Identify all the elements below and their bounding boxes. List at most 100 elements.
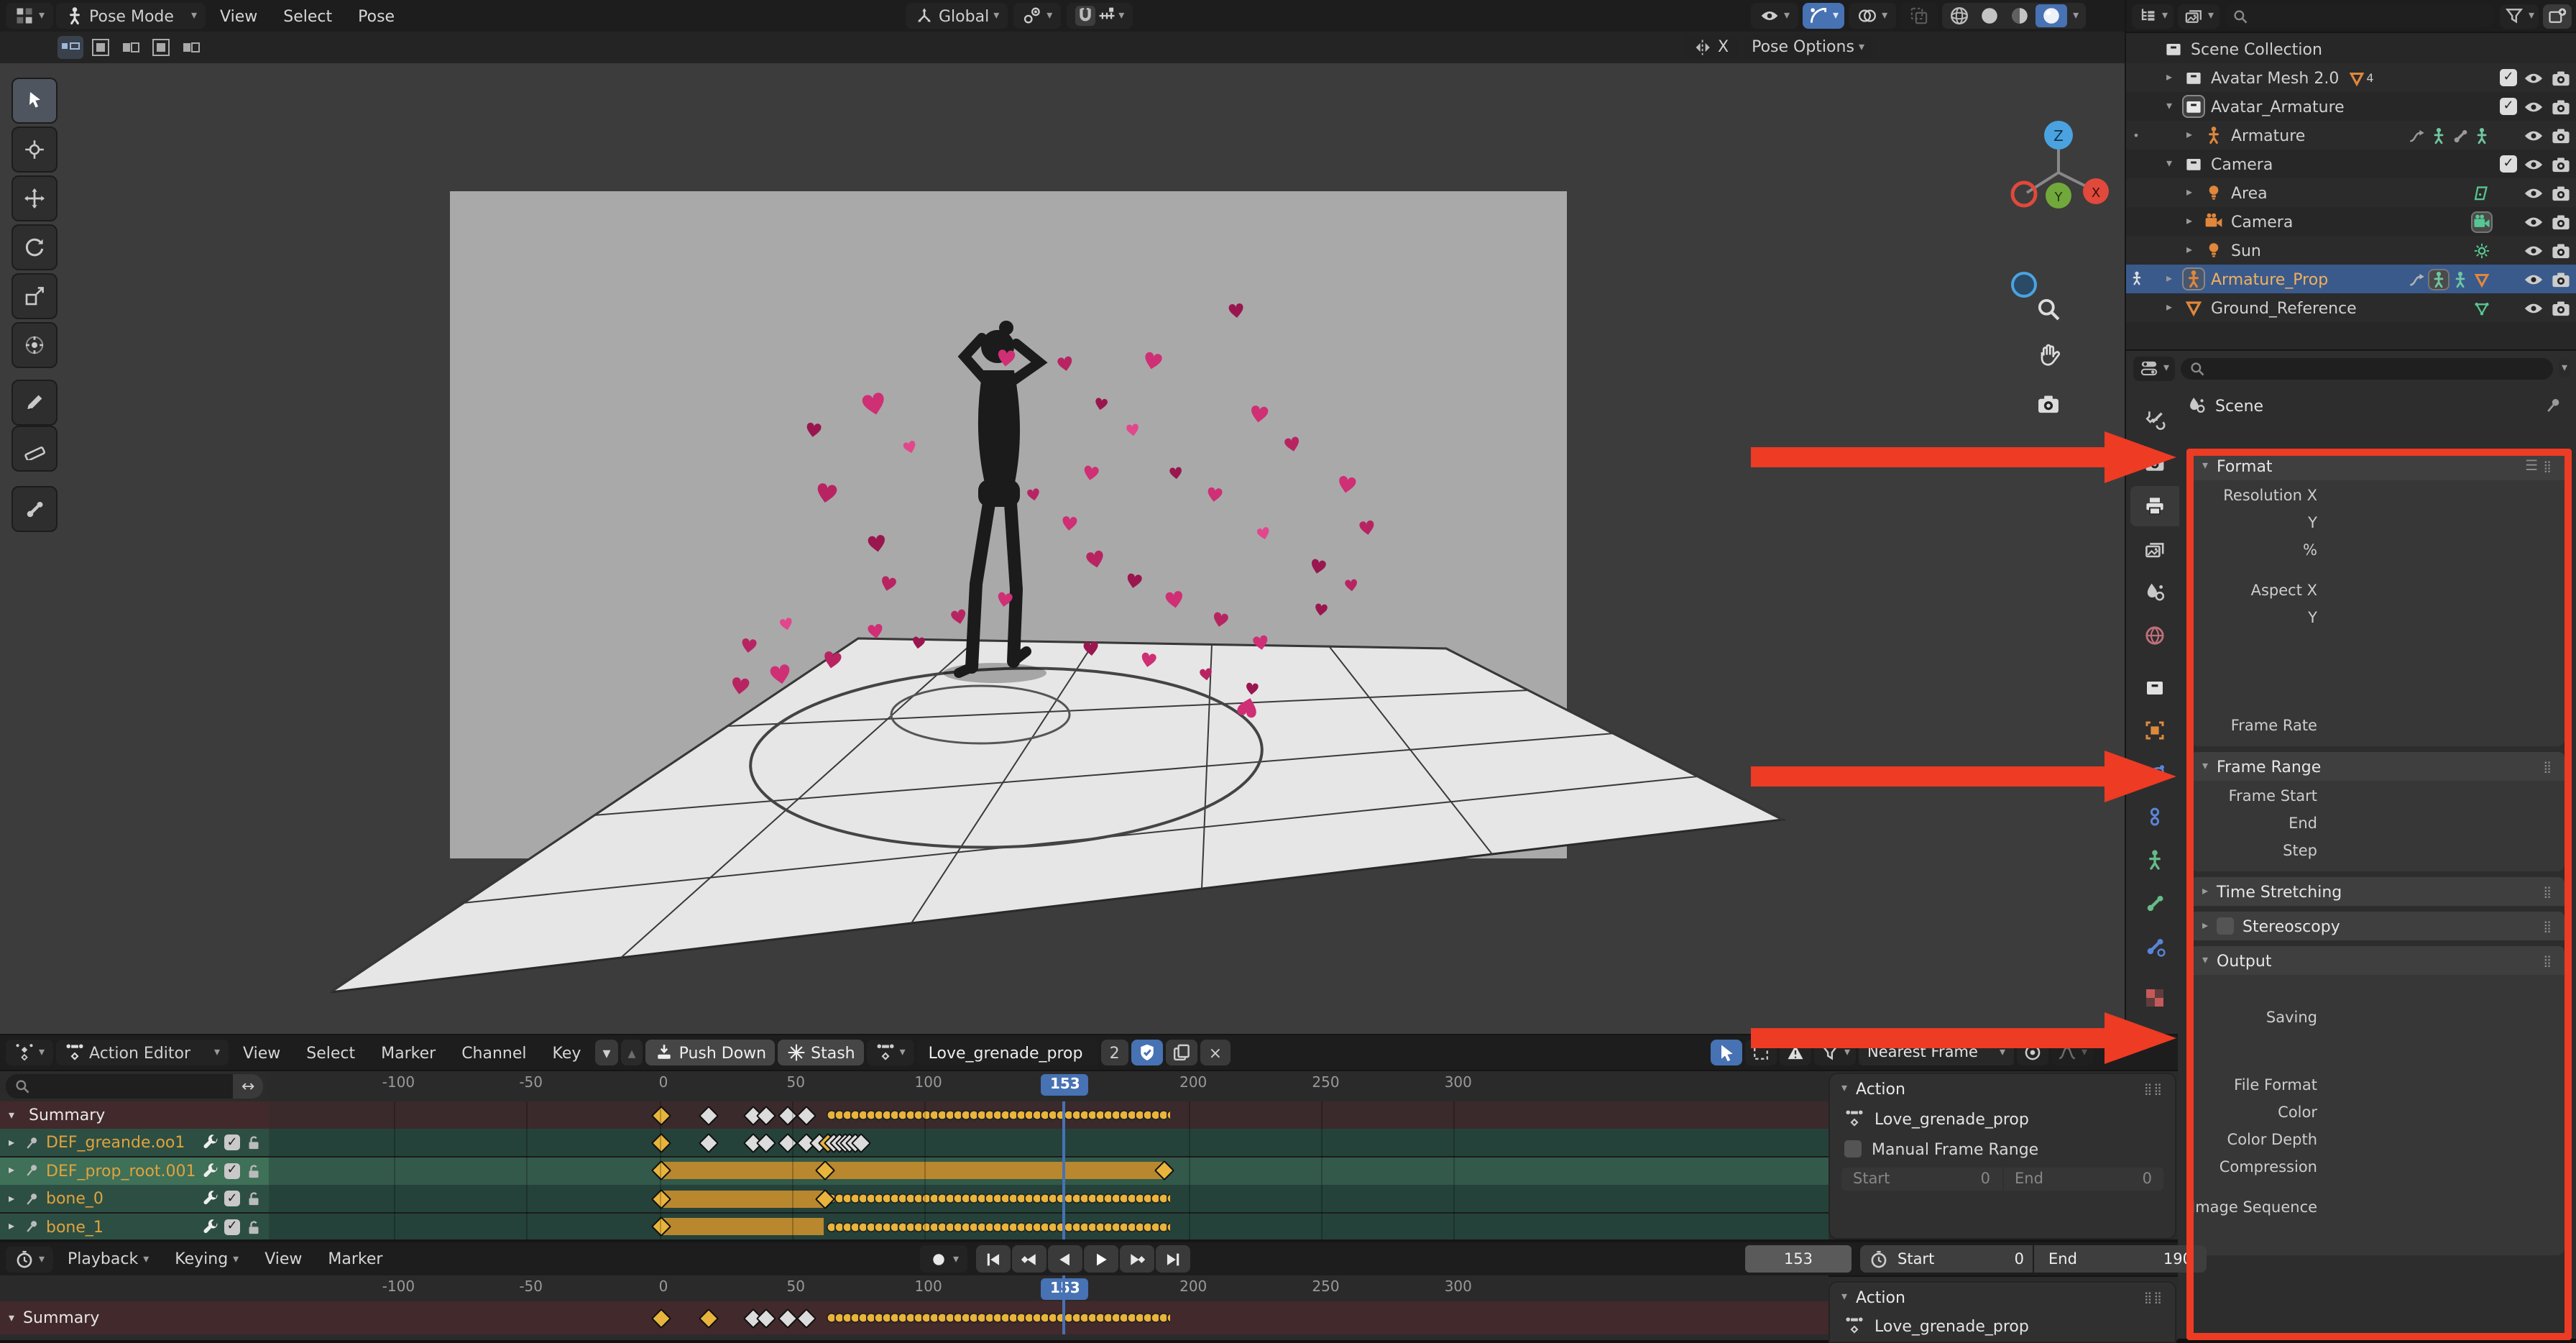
properties-search-input[interactable] xyxy=(2181,357,2553,379)
properties-tab-object-data[interactable] xyxy=(2130,840,2179,880)
keying-set-icon[interactable] xyxy=(58,36,83,59)
tool-annotate[interactable] xyxy=(12,380,58,426)
sidebar-action-name[interactable]: Love_grenade_prop xyxy=(1874,1109,2029,1128)
dense-keyframes[interactable] xyxy=(826,1107,1169,1123)
transform-orientation-dropdown[interactable]: Global▾ xyxy=(906,3,1008,29)
manual-frame-range-checkbox[interactable] xyxy=(1844,1140,1862,1158)
ds-menu-channel[interactable]: Channel xyxy=(450,1037,538,1068)
timeline-ruler[interactable]: -100-50050100200250300153 xyxy=(0,1275,1828,1303)
shading-dropdown[interactable]: ▾ xyxy=(2069,10,2083,22)
outliner-item-ground-reference[interactable]: ▸Ground_Reference xyxy=(2126,293,2576,322)
play-button[interactable] xyxy=(1084,1245,1118,1273)
properties-tab-output[interactable] xyxy=(2130,486,2179,526)
gizmos-toggle[interactable]: ▾ xyxy=(1803,3,1844,29)
only-selected-filter-button[interactable] xyxy=(1711,1040,1742,1065)
properties-options-dropdown[interactable]: ▾ xyxy=(2559,359,2570,377)
lock-icon[interactable] xyxy=(244,1162,263,1181)
lock-icon[interactable] xyxy=(244,1134,263,1152)
tool-cursor[interactable] xyxy=(12,127,58,173)
shading-material[interactable] xyxy=(2005,4,2034,27)
viewport-3d[interactable]: Z Y X xyxy=(0,63,2125,1034)
outliner-editor-type-button[interactable]: ▾ xyxy=(2132,4,2174,28)
outliner-item-avatar-armature[interactable]: ▾Avatar_Armature✓ xyxy=(2126,92,2576,121)
dopesheet-mode-dropdown[interactable]: Action Editor▾ xyxy=(56,1040,229,1065)
channel-search-input[interactable] xyxy=(6,1074,233,1099)
channel-summary[interactable]: ▾Summary xyxy=(0,1101,269,1130)
snap-preset-icon[interactable] xyxy=(148,36,174,59)
properties-tab-view-layer[interactable] xyxy=(2130,529,2179,569)
lock-icon[interactable] xyxy=(244,1217,263,1236)
shading-rendered[interactable] xyxy=(2036,4,2067,27)
camera-view-dot[interactable] xyxy=(2011,272,2037,298)
tl-menu-marker[interactable]: Marker xyxy=(316,1243,394,1275)
tool-move[interactable] xyxy=(12,175,58,221)
pivot-point-button[interactable]: ▾ xyxy=(1013,3,1061,29)
dense-keyframes[interactable] xyxy=(826,1191,1169,1206)
snap-button[interactable]: ▾ xyxy=(1067,3,1133,29)
prev-keyframe-button[interactable] xyxy=(1012,1245,1046,1273)
properties-tab-world[interactable] xyxy=(2130,615,2179,656)
ds-menu-marker[interactable]: Marker xyxy=(369,1037,447,1068)
play-reverse-button[interactable] xyxy=(1048,1245,1082,1273)
menu-select[interactable]: Select xyxy=(272,0,344,32)
dopesheet-ruler[interactable]: -100-50050100200250300153 xyxy=(269,1071,1828,1103)
properties-tab-bone[interactable] xyxy=(2130,883,2179,923)
tool-transform[interactable] xyxy=(12,322,58,368)
timeline-action-panel-title[interactable]: Action xyxy=(1856,1288,1905,1306)
lock-icon[interactable] xyxy=(244,1189,263,1208)
action-name-field[interactable]: Love_grenade_prop xyxy=(917,1040,1098,1065)
camera-view-icon[interactable] xyxy=(2036,391,2061,417)
timeline-sidebar-action-name[interactable]: Love_grenade_prop xyxy=(1874,1316,2029,1335)
outliner-item-area[interactable]: ▸Area xyxy=(2126,178,2576,207)
outliner-display-mode-button[interactable]: ▾ xyxy=(2178,4,2220,28)
outliner-item-armature-prop[interactable]: ▸Armature_Prop xyxy=(2126,265,2576,293)
timeline-editor-type-button[interactable]: ▾ xyxy=(6,1246,53,1272)
stash-button[interactable]: Stash xyxy=(778,1040,864,1065)
action-users-button[interactable]: 2 xyxy=(1101,1040,1128,1065)
channel-enable-checkbox[interactable]: ✓ xyxy=(224,1135,240,1151)
menu-view[interactable]: View xyxy=(208,0,269,32)
properties-tab-collection[interactable] xyxy=(2130,667,2179,707)
navigation-gizmo[interactable]: Z Y X xyxy=(2001,115,2116,230)
channel-def-greande-oo1[interactable]: ▸DEF_greande.oo1✓ xyxy=(0,1129,269,1158)
frame-end-field[interactable]: End190 xyxy=(2034,1245,2207,1273)
tl-menu-view[interactable]: View xyxy=(253,1243,313,1275)
tool-tweak-select[interactable] xyxy=(12,78,58,124)
channel-bone-1[interactable]: ▸bone_1✓ xyxy=(0,1213,269,1241)
new-collection-button[interactable] xyxy=(2543,4,2572,28)
wrench-icon[interactable] xyxy=(201,1217,220,1236)
tool-pose-tool[interactable] xyxy=(12,486,58,532)
menu-pose[interactable]: Pose xyxy=(346,0,406,32)
properties-tab-object[interactable] xyxy=(2130,710,2179,751)
mode-dropdown[interactable]: Pose Mode▾ xyxy=(56,3,206,29)
outliner-item-armature[interactable]: •▸Armature xyxy=(2126,121,2576,150)
wrench-icon[interactable] xyxy=(201,1134,220,1152)
frame-start-field[interactable]: Start0 xyxy=(1860,1245,2033,1273)
channel-enable-checkbox[interactable]: ✓ xyxy=(224,1163,240,1179)
shading-wireframe[interactable] xyxy=(1945,4,1974,27)
channel-filter-toggle[interactable]: ↔ xyxy=(233,1074,263,1099)
action-end-field[interactable]: End0 xyxy=(2003,1168,2163,1191)
channel-def-prop-root-001[interactable]: ▸DEF_prop_root.001✓ xyxy=(0,1158,269,1186)
xray-toggle[interactable] xyxy=(1900,3,1938,29)
current-frame-chip[interactable]: 153 xyxy=(1041,1074,1089,1096)
properties-editor-type-button[interactable]: ▾ xyxy=(2133,356,2175,380)
outliner-filter-button[interactable]: ▾ xyxy=(2500,4,2539,28)
move-action-down-button[interactable]: ▾ xyxy=(595,1040,617,1065)
tool-measure[interactable] xyxy=(12,426,58,472)
outliner-item-sun[interactable]: ▸Sun xyxy=(2126,236,2576,265)
zoom-icon[interactable] xyxy=(2036,296,2061,322)
dense-keyframes[interactable] xyxy=(826,1219,1169,1234)
ds-menu-key[interactable]: Key xyxy=(541,1037,593,1068)
unlink-action-button[interactable]: × xyxy=(1200,1040,1230,1065)
properties-tab-scene[interactable] xyxy=(2130,572,2179,613)
tool-scale[interactable] xyxy=(12,273,58,319)
playhead-line[interactable] xyxy=(1063,1101,1066,1241)
move-action-up-button[interactable]: ▴ xyxy=(621,1040,643,1065)
editor-type-button[interactable]: ▾ xyxy=(6,3,53,29)
outliner-item-camera[interactable]: ▸Camera xyxy=(2126,207,2576,236)
outliner-search-input[interactable] xyxy=(2224,4,2496,27)
pin-icon[interactable] xyxy=(2543,395,2563,416)
tool-rotate[interactable] xyxy=(12,224,58,270)
current-frame-field[interactable]: 153 xyxy=(1745,1245,1852,1273)
